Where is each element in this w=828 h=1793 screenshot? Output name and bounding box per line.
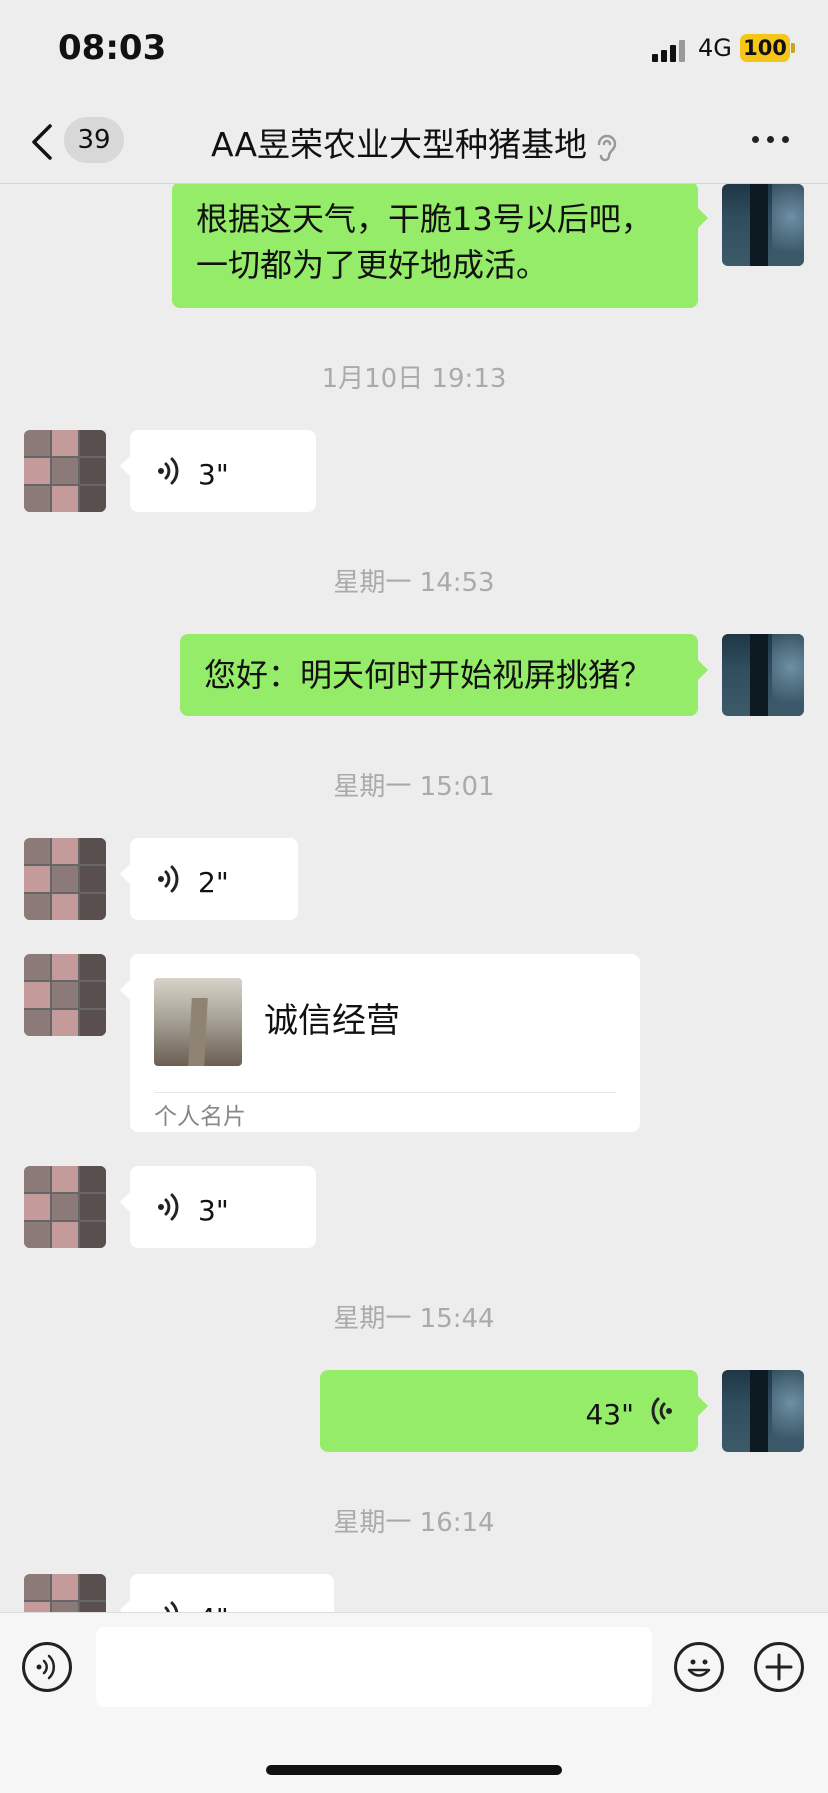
chat-title: AA昱荣农业大型种猪基地 — [0, 118, 828, 166]
contact-card-message[interactable]: 诚信经营 个人名片 — [120, 954, 640, 1132]
contact-avatar[interactable] — [24, 954, 106, 1036]
my-avatar[interactable] — [722, 634, 804, 716]
voice-wave-icon — [158, 457, 179, 485]
incoming-voice-message[interactable]: 3" — [120, 430, 316, 512]
outgoing-voice-message[interactable]: 43" — [320, 1370, 708, 1452]
voice-duration: 3" — [198, 458, 229, 491]
voice-duration: 43" — [585, 1398, 634, 1431]
my-avatar[interactable] — [722, 184, 804, 266]
plus-icon — [765, 1653, 793, 1681]
voice-input-icon — [36, 1654, 56, 1680]
card-type-label: 个人名片 — [154, 1104, 246, 1130]
my-avatar[interactable] — [722, 1370, 804, 1452]
contact-avatar[interactable] — [24, 838, 106, 920]
card-name: 诚信经营 — [264, 1001, 400, 1041]
message-text: 您好：明天何时开始视屏挑猪？ — [204, 656, 653, 694]
incoming-voice-message[interactable]: 4" — [120, 1574, 334, 1612]
chat-title-text: AA昱荣农业大型种猪基地 — [210, 125, 588, 164]
message-line-1: 根据这天气，干脆13号以后吧， — [196, 200, 653, 238]
outgoing-text-message[interactable]: 根据这天气，干脆13号以后吧， 一切都为了更好地成活。 — [172, 184, 708, 308]
outgoing-text-message[interactable]: 您好：明天何时开始视屏挑猪？ — [180, 634, 708, 716]
voice-wave-icon — [158, 1193, 179, 1221]
emoji-button[interactable] — [674, 1642, 724, 1692]
emoji-icon — [687, 1659, 711, 1677]
timestamp: 星期一 14:53 — [333, 568, 495, 598]
battery-tip — [791, 43, 795, 53]
voice-duration: 3" — [198, 1194, 229, 1227]
earpiece-mode-icon — [597, 134, 617, 161]
contact-avatar[interactable] — [24, 430, 106, 512]
battery-icon: 100 — [740, 34, 790, 62]
card-divider — [154, 1092, 616, 1093]
incoming-voice-message[interactable]: 3" — [120, 1166, 316, 1248]
timestamp: 1月10日 19:13 — [321, 364, 507, 394]
voice-input-button[interactable] — [22, 1642, 72, 1692]
voice-wave-icon — [164, 1601, 179, 1612]
signal-icon — [652, 40, 690, 62]
timestamp: 星期一 16:14 — [333, 1508, 495, 1538]
more-options-icon[interactable] — [752, 136, 792, 146]
voice-wave-icon — [158, 865, 179, 893]
timestamp: 星期一 15:44 — [333, 1304, 495, 1334]
chat-messages[interactable]: 根据这天气，干脆13号以后吧， 一切都为了更好地成活。 1月10日 19:13 … — [0, 184, 828, 1612]
message-input[interactable] — [96, 1627, 652, 1707]
voice-duration: 4" — [198, 1596, 229, 1612]
more-functions-button[interactable] — [754, 1642, 804, 1692]
voice-duration: 2" — [198, 866, 229, 899]
card-thumbnail — [154, 978, 242, 1066]
message-line-2: 一切都为了更好地成活。 — [196, 246, 549, 284]
voice-wave-icon — [651, 1397, 672, 1425]
contact-avatar[interactable] — [24, 1166, 106, 1248]
status-time: 08:03 — [58, 28, 167, 68]
home-indicator[interactable] — [266, 1765, 562, 1775]
network-type: 4G — [698, 34, 732, 62]
contact-avatar[interactable] — [24, 1574, 106, 1612]
timestamp: 星期一 15:01 — [333, 772, 495, 802]
incoming-voice-message[interactable]: 2" — [120, 838, 298, 920]
